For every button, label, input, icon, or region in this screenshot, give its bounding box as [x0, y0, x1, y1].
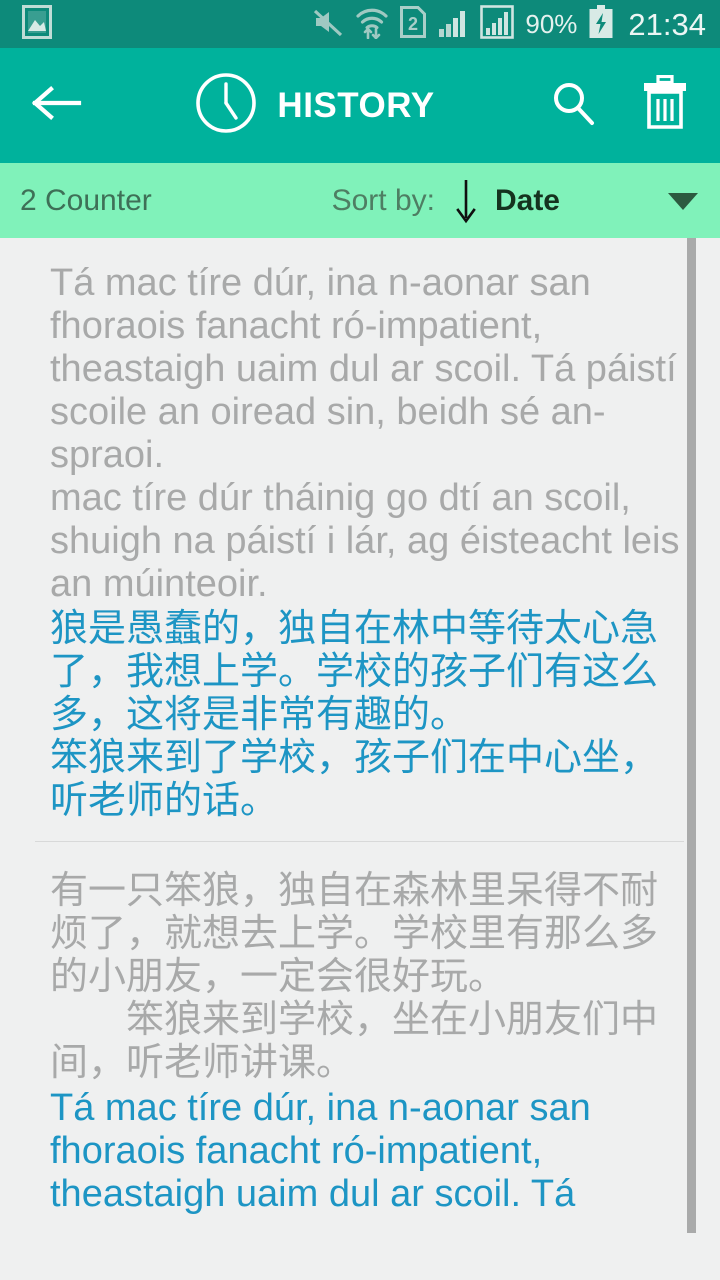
- delete-all-button[interactable]: [640, 74, 690, 136]
- history-translated-text: Tá mac tíre dúr, ina n-aonar san fhoraoi…: [50, 1087, 602, 1215]
- app-bar-actions: [548, 74, 694, 136]
- sim-2-icon: 2: [400, 5, 427, 43]
- app-bar-title-group: HISTORY: [82, 72, 548, 139]
- back-button[interactable]: [26, 85, 88, 126]
- sort-control[interactable]: Sort by: Date: [332, 178, 698, 224]
- app-bar: HISTORY: [0, 48, 720, 163]
- svg-text:2: 2: [408, 14, 418, 34]
- vertical-scrollbar[interactable]: [687, 238, 696, 1280]
- status-bar: 2 90% 21:34: [0, 0, 720, 48]
- history-source-text: 有一只笨狼，独自在森林里呆得不耐烦了，就想去上学。学校里有那么多的小朋友，一定会…: [50, 870, 659, 1084]
- list-item[interactable]: Tá mac tíre dúr, ina n-aonar san fhoraoi…: [0, 238, 720, 841]
- signal-bars-sim1-icon: [437, 6, 469, 43]
- history-clock-icon: [195, 72, 257, 139]
- history-list[interactable]: Tá mac tíre dúr, ina n-aonar san fhoraoi…: [0, 238, 720, 1280]
- status-bar-clock: 21:34: [628, 6, 706, 42]
- battery-charging-icon: [588, 4, 614, 44]
- sort-by-label: Sort by:: [331, 183, 435, 217]
- history-translated-text: 狼是愚蠢的，独自在林中等待太心急了，我想上学。学校的孩子们有这么多，这将是非常有…: [50, 608, 659, 822]
- history-source-text: Tá mac tíre dúr, ina n-aonar san fhoraoi…: [50, 262, 680, 605]
- search-button[interactable]: [548, 78, 598, 133]
- signal-bars-sim2-icon: [480, 4, 515, 44]
- sort-direction-descending-icon[interactable]: [453, 178, 479, 224]
- battery-percent-label: 90%: [525, 9, 578, 39]
- search-icon: [548, 83, 598, 132]
- chevron-down-icon[interactable]: [668, 191, 698, 211]
- app-screen: 2 90% 21:34 HISTORY 2 Counter Sort by: D…: [0, 0, 720, 1280]
- status-bar-left-icons: [22, 4, 52, 44]
- trash-icon: [640, 74, 690, 135]
- gallery-icon: [22, 4, 52, 44]
- wifi-transfer-icon: [355, 5, 389, 44]
- item-counter: 2 Counter: [20, 183, 152, 217]
- mute-icon: [312, 6, 344, 43]
- page-title: HISTORY: [277, 86, 435, 125]
- status-bar-right-icons: 2 90% 21:34: [312, 4, 706, 44]
- sort-bar: 2 Counter Sort by: Date: [0, 163, 720, 238]
- sort-value-label[interactable]: Date: [495, 185, 560, 216]
- list-item[interactable]: 有一只笨狼，独自在森林里呆得不耐烦了，就想去上学。学校里有那么多的小朋友，一定会…: [0, 842, 720, 1216]
- scrollbar-thumb[interactable]: [687, 238, 696, 1233]
- arrow-left-icon: [29, 85, 85, 126]
